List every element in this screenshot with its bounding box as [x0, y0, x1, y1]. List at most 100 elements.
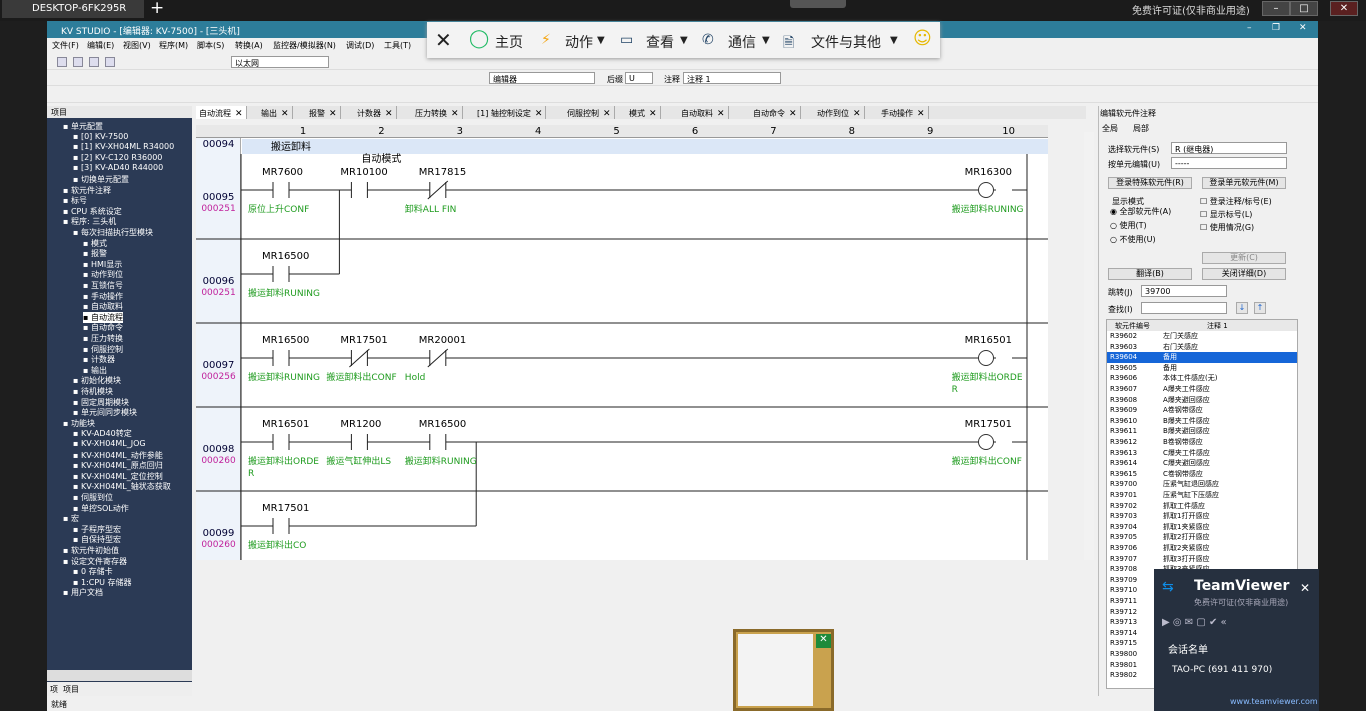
coil-address[interactable]: MR17501: [965, 419, 1012, 430]
ladder-editor[interactable]: 1 2 3 4 5 6 7 8 9 10 00094 搬运卸料 00095 000251 MR7600 原位…: [196, 125, 1048, 560]
tree-node-interlock[interactable]: ▪ 互锁信号: [83, 280, 123, 291]
table-row[interactable]: R39606 本体工件感应(无): [1107, 373, 1297, 384]
coil-address[interactable]: MR16300: [965, 167, 1012, 178]
tab-mode[interactable]: 模式 ✕: [626, 106, 661, 119]
tree-node-device-init[interactable]: ▪ 软元件初始值: [63, 545, 119, 556]
chevron-down-icon[interactable]: ▼: [597, 35, 605, 46]
tab-auto-flow[interactable]: 自动流程 ✕: [196, 106, 247, 119]
rung-note[interactable]: 自动模式: [361, 150, 401, 165]
device-comment[interactable]: 抓取2夹紧感应: [1163, 543, 1209, 553]
tree-node-sol-action[interactable]: ▪ 单控SOL动作: [73, 503, 129, 514]
close-icon[interactable]: ✕: [853, 109, 861, 119]
tree-node-servo-arrive[interactable]: ▪ 伺服到位: [73, 492, 113, 503]
close-icon[interactable]: ✕: [603, 109, 611, 119]
tv-session-list[interactable]: 会话名单: [1168, 641, 1208, 656]
contact-address[interactable]: MR17501: [262, 503, 309, 514]
close-icon[interactable]: ✕: [329, 109, 337, 119]
device-comment[interactable]: A卷钢带感应: [1163, 405, 1203, 415]
checkbox-label[interactable]: ☐ 显示标号(L): [1200, 209, 1252, 220]
device-type-select[interactable]: R (继电器): [1171, 142, 1287, 154]
radio-unused[interactable]: ○ 不使用(U): [1110, 234, 1156, 245]
tv-close-icon[interactable]: ✕: [435, 28, 452, 52]
contact-address[interactable]: MR16500: [419, 419, 466, 430]
lightning-icon[interactable]: ⚡: [541, 32, 551, 48]
tree-node-fb-home[interactable]: ▪ KV-XH04ML_原点回归: [73, 460, 163, 471]
table-row[interactable]: R39701 压紧气缸下压感应: [1107, 490, 1297, 501]
thumbnail-close-icon[interactable]: ✕: [816, 634, 831, 648]
session-thumbnail[interactable]: ✕: [733, 629, 834, 711]
tree-node-cpu-memory[interactable]: ▪ 1:CPU 存储器: [73, 577, 132, 588]
table-row[interactable]: R39612 B卷钢带感应: [1107, 437, 1297, 448]
device-comment[interactable]: B爆夹避回感应: [1163, 426, 1210, 436]
tab-axis[interactable]: [1] 轴控制设定 ✕: [474, 106, 547, 119]
tree-node-fb-ad40[interactable]: ▪ KV-AD40转定: [73, 428, 132, 439]
device-comment[interactable]: A爆夹工件感应: [1163, 384, 1210, 394]
device-comment[interactable]: 抓取3打开感应: [1163, 554, 1209, 564]
tree-node-init-module[interactable]: ▪ 初始化模块: [73, 375, 121, 386]
close-icon[interactable]: ✕: [917, 109, 925, 119]
menu-tools[interactable]: 工具(T): [384, 40, 411, 51]
chevron-down-icon[interactable]: ▼: [762, 35, 770, 46]
contact-address[interactable]: MR16500: [262, 335, 309, 346]
table-row[interactable]: R39700 压紧气缸退回感应: [1107, 479, 1297, 490]
tv-url[interactable]: www.teamviewer.com: [1230, 697, 1318, 706]
minimize-button[interactable]: –: [1262, 1, 1290, 16]
monitor-icon[interactable]: ▭: [620, 32, 633, 48]
suffix-combo[interactable]: U: [625, 72, 653, 84]
tree-node-scan-module[interactable]: ▪ 每次扫描执行型模块: [73, 227, 153, 238]
contact-address[interactable]: MR1200: [340, 419, 381, 430]
contact-address[interactable]: MR20001: [419, 335, 466, 346]
table-row[interactable]: R39609 A卷钢带感应: [1107, 405, 1297, 416]
smiley-icon[interactable]: ☺: [913, 28, 932, 49]
table-row[interactable]: R39610 B爆夹工件感应: [1107, 416, 1297, 427]
tree-node-unit-1[interactable]: ▪ [1] KV-XH04ML R34000: [73, 142, 174, 151]
tab-global[interactable]: 全局: [1102, 123, 1118, 134]
close-button[interactable]: ✕: [1330, 1, 1358, 16]
table-row[interactable]: R39703 抓取1打开感应: [1107, 511, 1297, 522]
table-row[interactable]: R39704 抓取1夹紧感应: [1107, 522, 1297, 533]
remote-session-tab[interactable]: DESKTOP-6FK295R: [2, 0, 144, 18]
tree-node-unit-config[interactable]: ▪ 单元配置: [63, 121, 103, 132]
app-close-icon[interactable]: ✕: [1299, 23, 1307, 33]
menu-convert[interactable]: 转换(A): [235, 40, 263, 51]
comment-combo[interactable]: 注释 1: [683, 72, 781, 84]
open-icon[interactable]: [73, 57, 83, 67]
home-icon[interactable]: ◯: [469, 28, 489, 49]
tree-node-fixed-module[interactable]: ▪ 固定周期模块: [73, 397, 129, 408]
tree-node-mode[interactable]: ▪ 模式: [83, 238, 107, 249]
close-icon[interactable]: ✕: [535, 109, 543, 119]
new-icon[interactable]: [57, 57, 67, 67]
device-comment[interactable]: C爆夹避回感应: [1163, 458, 1210, 468]
new-tab-button[interactable]: +: [150, 0, 164, 18]
arrow-down-icon[interactable]: ↓: [1236, 302, 1248, 314]
print-icon[interactable]: [105, 57, 115, 67]
tree-node-manual[interactable]: ▪ 手动操作: [83, 291, 123, 302]
menu-program[interactable]: 程序(M): [159, 40, 188, 51]
translate-button[interactable]: 翻译(B): [1108, 268, 1192, 280]
checkbox-usage[interactable]: ☐ 使用情况(G): [1200, 222, 1254, 233]
device-comment[interactable]: 抓取工件感应: [1163, 501, 1205, 511]
device-comment[interactable]: 本体工件感应(无): [1163, 373, 1217, 383]
tree-h-scrollbar[interactable]: [47, 670, 192, 681]
tab-counter[interactable]: 计数器 ✕: [354, 106, 397, 119]
phone-icon[interactable]: ✆: [702, 32, 714, 48]
tree-node-fb-position[interactable]: ▪ KV-XH04ML_定位控制: [73, 471, 163, 482]
maximize-button[interactable]: □: [1290, 1, 1318, 16]
tree-node-storage-card[interactable]: ▪ 0 存储卡: [73, 566, 113, 577]
table-row[interactable]: R39602 左门关感应: [1107, 331, 1297, 342]
tab-manual[interactable]: 手动操作 ✕: [878, 106, 929, 119]
panel-tab-a[interactable]: 项: [50, 684, 58, 695]
tree-node-arrive[interactable]: ▪ 动作到位: [83, 269, 123, 280]
tree-node-device-comment[interactable]: ▪ 软元件注释: [63, 185, 111, 196]
tree-node-fb-axis[interactable]: ▪ KV-XH04ML_轴状态获取: [73, 481, 171, 492]
tree-node-standby-module[interactable]: ▪ 待机模块: [73, 386, 113, 397]
close-icon[interactable]: ✕: [385, 109, 393, 119]
tree-node-program[interactable]: ▪ 程序: 三头机: [63, 216, 116, 227]
coil-symbol[interactable]: [977, 350, 994, 366]
arrow-up-icon[interactable]: ↑: [1254, 302, 1266, 314]
tv-icon-row[interactable]: ▶ ◎ ✉ ▢ ✔ «: [1162, 617, 1227, 628]
panel-tab-b[interactable]: 项目: [63, 684, 79, 695]
tree-node-fb-param[interactable]: ▪ KV-XH04ML_动作参能: [73, 450, 163, 461]
table-row[interactable]: R39605 备用: [1107, 363, 1297, 374]
tv-home[interactable]: 主页: [495, 32, 523, 52]
